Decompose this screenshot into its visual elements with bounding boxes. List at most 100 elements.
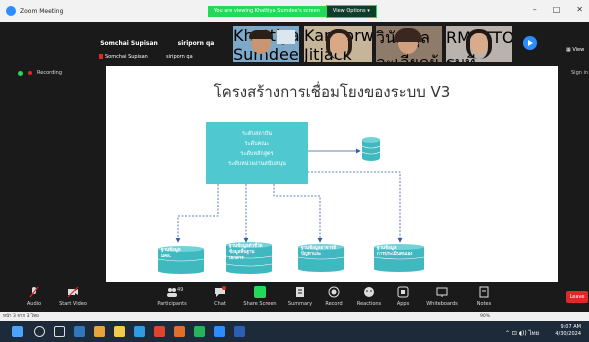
task-view-icon[interactable] bbox=[54, 326, 65, 337]
toolbar-label: Whiteboards bbox=[426, 301, 458, 307]
zoom-window: Zoom Meeting You are viewing Khattiya Su… bbox=[0, 0, 589, 342]
database-cylinder: ฐานข้อมูลตัวชี้วัด ข้อมูลพื้นฐาน เอกสาร bbox=[225, 242, 273, 274]
level-label: ระดับหน่วยงานสนับสนุน bbox=[228, 161, 286, 167]
start-menu-icon[interactable] bbox=[12, 326, 23, 337]
close-button[interactable]: ✕ bbox=[576, 5, 583, 14]
db-line: การประเมินตนเอง bbox=[377, 252, 413, 257]
zoom-logo-icon bbox=[6, 6, 16, 16]
search-icon[interactable] bbox=[34, 326, 45, 337]
clock[interactable]: 9:07 AM 4/30/2024 bbox=[555, 324, 581, 338]
app-name: Zoom Meeting bbox=[20, 7, 64, 15]
record-icon bbox=[328, 286, 340, 298]
microphone-icon bbox=[29, 286, 39, 298]
meeting-toolbar: Audio Start Video Participants 49 Chat S… bbox=[0, 284, 589, 312]
app-icon[interactable] bbox=[154, 326, 165, 337]
level-label: ระดับสถาบัน bbox=[242, 131, 272, 137]
share-screen-button[interactable]: Share Screen bbox=[240, 286, 280, 307]
view-toggle[interactable]: ▦ View bbox=[566, 47, 584, 53]
minimize-button[interactable]: – bbox=[533, 5, 537, 14]
word-icon[interactable] bbox=[234, 326, 245, 337]
db-line: มคอ. bbox=[161, 254, 172, 259]
mic-muted-icon bbox=[99, 54, 103, 59]
security-shield-icon[interactable] bbox=[18, 70, 23, 76]
share-screen-icon bbox=[254, 286, 266, 298]
whiteboard-icon bbox=[436, 287, 448, 297]
sign-in-link[interactable]: Sign in bbox=[571, 70, 588, 76]
toolbar-label: Notes bbox=[476, 301, 492, 307]
participant-video[interactable]: Kanhorwan Jitjack bbox=[304, 26, 372, 62]
clock-date: 4/30/2024 bbox=[555, 331, 581, 337]
participant-video[interactable]: Khattiya Sumdee bbox=[233, 26, 299, 62]
central-database-icon bbox=[362, 137, 380, 161]
background-poster bbox=[277, 30, 295, 44]
line-icon[interactable] bbox=[194, 326, 205, 337]
level-label: ระดับคณะ bbox=[244, 141, 270, 147]
summary-icon bbox=[296, 287, 304, 297]
participant-hair bbox=[466, 29, 492, 59]
participant-tile[interactable]: siriporn qa siriporn qa bbox=[163, 26, 229, 62]
gallery-strip: Somchai Supisan Somchai Supisan siriporn… bbox=[0, 22, 589, 66]
windows-taskbar: ⌃ ⊡ ◖)) ไทย 9:07 AM 4/30/2024 bbox=[0, 321, 589, 342]
participant-video[interactable]: วินัย กุลละเอียดผู้หลัก... bbox=[376, 26, 442, 62]
system-tray-icons[interactable]: ⌃ ⊡ ◖)) ไทย bbox=[505, 328, 539, 338]
database-label: ฐานข้อมูลอาจารย์ ปัญหาและ bbox=[298, 246, 344, 258]
database-cylinder: ฐานข้อมูลอาจารย์ ปัญหาและ bbox=[297, 244, 345, 272]
participants-count: 49 bbox=[177, 287, 184, 293]
participant-hair bbox=[326, 29, 352, 59]
toolbar-label: Apps bbox=[396, 301, 410, 307]
toolbar-label: Share Screen bbox=[243, 301, 277, 307]
start-video-button[interactable]: Start Video bbox=[53, 286, 93, 307]
toolbar-label: Participants bbox=[157, 301, 187, 307]
participants-button[interactable]: Participants bbox=[152, 286, 192, 307]
chat-button[interactable]: Chat bbox=[200, 286, 240, 307]
viewing-banner: You are viewing Khattiya Sumdee's screen… bbox=[208, 5, 377, 18]
chat-icon bbox=[215, 286, 226, 297]
notes-button[interactable]: Notes bbox=[464, 286, 504, 307]
db-line: เอกสาร bbox=[229, 256, 244, 261]
notes-icon bbox=[479, 286, 489, 298]
view-options-button[interactable]: View Options ▾ bbox=[325, 5, 377, 18]
file-explorer-icon[interactable] bbox=[114, 326, 125, 337]
participant-hair bbox=[249, 30, 273, 39]
database-label: ฐานข้อมูล มคอ. bbox=[158, 248, 204, 260]
participant-video[interactable]: RMUTTO+ทรรมที bbox=[446, 26, 512, 62]
participant-caption: Somchai Supisan bbox=[99, 54, 148, 60]
app-title: Zoom Meeting bbox=[6, 5, 63, 17]
status-page-info: หน้า 3 จาก 3 ไทย bbox=[3, 314, 39, 319]
apps-button[interactable]: Apps bbox=[383, 286, 423, 307]
caption-text: Somchai Supisan bbox=[105, 54, 148, 60]
record-button[interactable]: Record bbox=[314, 286, 354, 307]
zoom-taskbar-icon[interactable] bbox=[214, 326, 225, 337]
participant-hair bbox=[394, 28, 422, 42]
database-cylinder: ฐานข้อมูล การประเมินตนเอง bbox=[373, 244, 425, 272]
language-indicator[interactable]: ไทย bbox=[529, 330, 540, 337]
zoom-level[interactable]: 90% bbox=[480, 312, 490, 321]
video-off-icon bbox=[67, 286, 79, 298]
powerpoint-icon[interactable] bbox=[174, 326, 185, 337]
clock-time: 9:07 AM bbox=[560, 324, 581, 330]
chevron-down-icon: ▾ bbox=[367, 8, 370, 14]
apps-icon bbox=[397, 286, 409, 298]
next-page-button[interactable] bbox=[523, 36, 537, 50]
caption-text: siriporn qa bbox=[166, 54, 193, 60]
toolbar-label: Chat bbox=[214, 301, 226, 307]
leave-button[interactable]: Leave bbox=[566, 291, 588, 303]
audio-button[interactable]: Audio bbox=[14, 286, 54, 307]
shared-screen-slide: โครงสร้างการเชื่อมโยงของระบบ V3 ระดับสถา… bbox=[106, 66, 558, 282]
recording-label: Recording bbox=[37, 70, 63, 76]
maximize-button[interactable]: □ bbox=[553, 5, 561, 14]
system-levels-box: ระดับสถาบัน ระดับคณะ ระดับหลักสูตร ระดับ… bbox=[206, 122, 308, 184]
whiteboards-button[interactable]: Whiteboards bbox=[422, 286, 462, 307]
database-label: ฐานข้อมูล การประเมินตนเอง bbox=[374, 246, 424, 258]
participant-name: siriporn qa bbox=[177, 40, 215, 47]
view-options-label: View Options bbox=[332, 8, 366, 14]
edge-browser-icon[interactable] bbox=[74, 326, 85, 337]
edge-icon[interactable] bbox=[134, 326, 145, 337]
title-bar: Zoom Meeting You are viewing Khattiya Su… bbox=[0, 0, 589, 22]
chrome-browser-icon[interactable] bbox=[94, 326, 105, 337]
reactions-icon bbox=[364, 287, 374, 297]
toolbar-label: Start Video bbox=[59, 301, 87, 307]
document-status-bar: หน้า 3 จาก 3 ไทย 90% bbox=[0, 312, 589, 321]
level-label: ระดับหลักสูตร bbox=[240, 151, 274, 157]
participant-tile[interactable]: Somchai Supisan Somchai Supisan bbox=[96, 26, 162, 62]
